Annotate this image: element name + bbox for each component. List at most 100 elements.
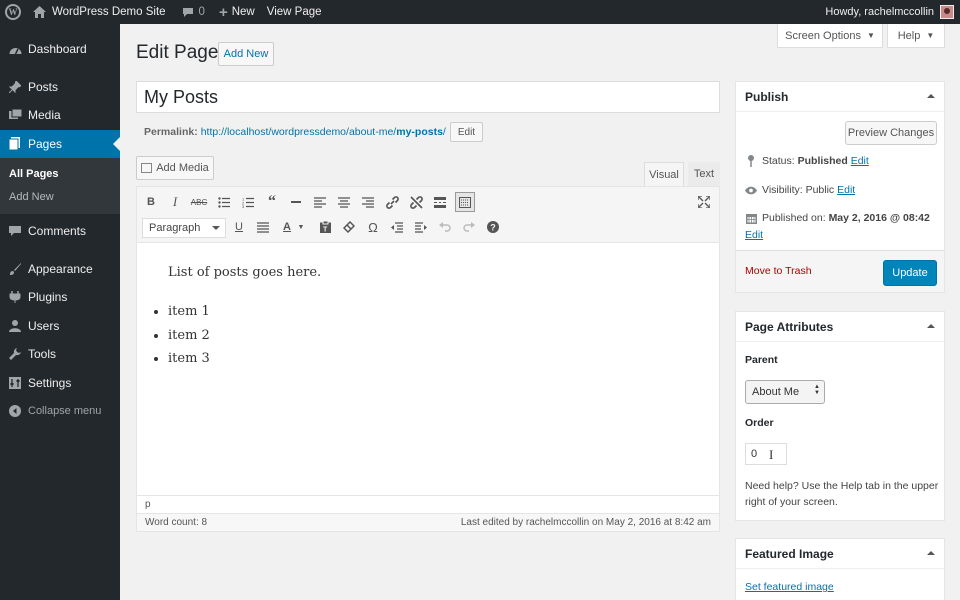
media-icon bbox=[141, 163, 153, 173]
sidebar-item-dashboard[interactable]: Dashboard bbox=[0, 35, 120, 64]
dashboard-icon bbox=[8, 42, 22, 56]
pin-icon bbox=[8, 80, 22, 94]
justify-icon[interactable] bbox=[254, 218, 272, 236]
collapse-menu-button[interactable]: Collapse menu bbox=[0, 397, 120, 426]
site-name-link[interactable]: WordPress Demo Site bbox=[27, 0, 172, 24]
chevron-down-icon[interactable]: ▼ bbox=[296, 218, 306, 236]
link-icon[interactable] bbox=[383, 193, 401, 211]
paste-text-icon[interactable]: T bbox=[316, 218, 334, 236]
last-edited: Last edited by rachelmccollin on May 2, … bbox=[460, 517, 711, 528]
sidebar-item-media[interactable]: Media bbox=[0, 101, 120, 130]
sidebar-item-label: Plugins bbox=[28, 290, 68, 305]
sidebar-item-comments[interactable]: Comments bbox=[0, 217, 120, 246]
sidebar-item-pages[interactable]: Pages bbox=[0, 129, 120, 158]
editor-content[interactable]: List of posts goes here. item 1 item 2 i… bbox=[137, 243, 719, 495]
sidebar-item-settings[interactable]: Settings bbox=[0, 369, 120, 398]
redo-icon[interactable] bbox=[460, 218, 478, 236]
wordpress-logo-icon: W bbox=[5, 4, 21, 20]
add-media-button[interactable]: Add Media bbox=[136, 156, 214, 180]
align-center-icon[interactable] bbox=[335, 193, 353, 211]
sidebar-item-label: Comments bbox=[28, 224, 87, 239]
new-content-link[interactable]: + New bbox=[213, 0, 261, 24]
publish-box-header[interactable]: Publish bbox=[736, 82, 944, 112]
help-button[interactable]: Help ▼ bbox=[887, 24, 945, 48]
add-new-button[interactable]: Add New bbox=[218, 42, 274, 66]
underline-icon[interactable]: U bbox=[230, 218, 248, 236]
collapse-toggle-icon[interactable] bbox=[927, 94, 935, 98]
tab-text[interactable]: Text bbox=[688, 162, 720, 186]
sidebar-item-label: Dashboard bbox=[28, 42, 87, 57]
indent-icon[interactable] bbox=[412, 218, 430, 236]
submenu-add-new[interactable]: Add New bbox=[0, 185, 120, 208]
read-more-icon[interactable] bbox=[431, 193, 449, 211]
order-value: 0 bbox=[751, 448, 758, 460]
featured-image-header[interactable]: Featured Image bbox=[736, 539, 944, 569]
editor-toolbar: B I ABC 123 “ Paragraph U A ▼ T Ω ? bbox=[137, 187, 719, 243]
screen-options-button[interactable]: Screen Options ▼ bbox=[777, 24, 883, 48]
submenu-all-pages[interactable]: All Pages bbox=[0, 162, 120, 185]
account-menu[interactable]: Howdy, rachelmccollin bbox=[825, 5, 960, 19]
sidebar-item-users[interactable]: Users bbox=[0, 312, 120, 341]
align-right-icon[interactable] bbox=[359, 193, 377, 211]
comments-count: 0 bbox=[198, 6, 205, 18]
collapse-toggle-icon[interactable] bbox=[927, 551, 935, 555]
status-edit-link[interactable]: Edit bbox=[851, 155, 869, 167]
permalink-link[interactable]: http://localhost/wordpressdemo/about-me/… bbox=[201, 126, 446, 138]
sidebar-item-plugins[interactable]: Plugins bbox=[0, 283, 120, 312]
featured-image-title: Featured Image bbox=[745, 546, 834, 561]
page-title: Edit Page bbox=[136, 42, 219, 63]
bold-icon[interactable]: B bbox=[142, 193, 160, 211]
add-media-label: Add Media bbox=[156, 162, 209, 174]
publish-box: Publish Preview Changes Status: Publishe… bbox=[735, 81, 945, 293]
order-input[interactable]: 0 I bbox=[745, 443, 787, 465]
format-select[interactable]: Paragraph bbox=[142, 218, 226, 238]
view-page-link[interactable]: View Page bbox=[261, 0, 328, 24]
list-item: item 3 bbox=[168, 351, 719, 375]
numbered-list-icon[interactable]: 123 bbox=[239, 193, 257, 211]
tab-visual[interactable]: Visual bbox=[644, 162, 684, 186]
set-featured-image-link[interactable]: Set featured image bbox=[745, 581, 834, 593]
sidebar-item-label: Tools bbox=[28, 347, 57, 362]
sidebar-item-label: Media bbox=[28, 108, 61, 123]
outdent-icon[interactable] bbox=[388, 218, 406, 236]
special-character-icon[interactable]: Ω bbox=[364, 218, 382, 236]
svg-text:T: T bbox=[323, 227, 328, 234]
toolbar-toggle-icon[interactable] bbox=[455, 192, 475, 212]
sidebar-item-label: Users bbox=[28, 318, 60, 333]
admin-bar: W WordPress Demo Site 0 + New View Page … bbox=[0, 0, 960, 24]
text-color-icon[interactable]: A bbox=[278, 218, 296, 236]
sidebar-item-appearance[interactable]: Appearance bbox=[0, 255, 120, 284]
preview-changes-button[interactable]: Preview Changes bbox=[845, 121, 937, 145]
parent-select[interactable]: About Me ▲ ▼ bbox=[745, 380, 825, 404]
bullet-list-icon[interactable] bbox=[215, 193, 233, 211]
permalink-slug: my-posts bbox=[396, 126, 443, 138]
clear-formatting-icon[interactable] bbox=[340, 218, 358, 236]
plug-icon bbox=[8, 290, 22, 304]
collapse-label: Collapse menu bbox=[28, 405, 102, 418]
undo-icon[interactable] bbox=[436, 218, 454, 236]
published-label: Published on: bbox=[762, 212, 826, 224]
italic-icon[interactable]: I bbox=[166, 193, 184, 211]
align-left-icon[interactable] bbox=[311, 193, 329, 211]
wp-logo-menu[interactable]: W bbox=[0, 0, 27, 24]
sidebar-item-posts[interactable]: Posts bbox=[0, 73, 120, 102]
horizontal-line-icon[interactable] bbox=[287, 193, 305, 211]
fullscreen-icon[interactable] bbox=[695, 193, 713, 211]
permalink-edit-button[interactable]: Edit bbox=[449, 122, 484, 142]
move-to-trash-link[interactable]: Move to Trash bbox=[745, 265, 812, 277]
pin-icon bbox=[745, 155, 757, 167]
unlink-icon[interactable] bbox=[407, 193, 425, 211]
pages-submenu: All Pages Add New bbox=[0, 158, 120, 214]
update-button[interactable]: Update bbox=[883, 260, 937, 286]
sidebar-item-tools[interactable]: Tools bbox=[0, 340, 120, 369]
keyboard-shortcuts-icon[interactable]: ? bbox=[484, 218, 502, 236]
users-icon bbox=[8, 319, 22, 333]
title-input[interactable]: My Posts bbox=[136, 81, 720, 113]
blockquote-icon[interactable]: “ bbox=[263, 193, 281, 211]
collapse-toggle-icon[interactable] bbox=[927, 324, 935, 328]
strikethrough-icon[interactable]: ABC bbox=[190, 193, 208, 211]
page-attributes-header[interactable]: Page Attributes bbox=[736, 312, 944, 342]
comments-link[interactable]: 0 bbox=[176, 0, 211, 24]
visibility-edit-link[interactable]: Edit bbox=[837, 184, 855, 196]
published-edit-link[interactable]: Edit bbox=[745, 229, 763, 241]
